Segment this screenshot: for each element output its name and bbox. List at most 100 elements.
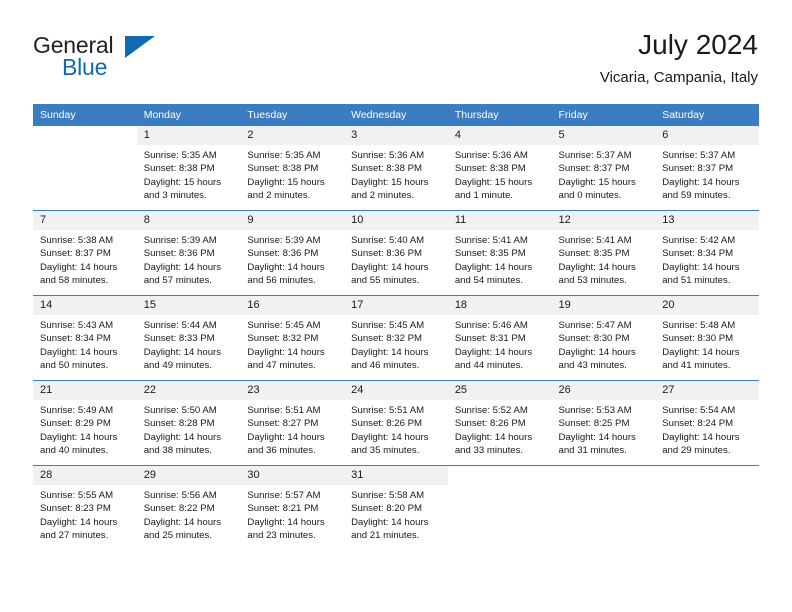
daylight-duration-line1: Daylight: 14 hours xyxy=(558,261,636,273)
sunrise-time: Sunrise: 5:43 AM xyxy=(40,320,114,331)
daylight-duration-line2: and 59 minutes. xyxy=(662,190,731,202)
sunset-time: Sunset: 8:25 PM xyxy=(558,418,630,430)
calendar-week-row: 7 Sunrise: 5:38 AM Sunset: 8:37 PM Daylight… xyxy=(33,210,759,296)
calendar-day-cell[interactable]: 12 Sunrise: 5:41 AM Sunset: 8:35 PM Dayligh… xyxy=(551,210,656,296)
calendar-day-cell[interactable]: 31 Sunrise: 5:58 AM Sunset: 8:20 PM Dayligh… xyxy=(344,465,448,550)
day-details: Sunrise: 5:48 AM Sunset: 8:30 PM Daylight:… xyxy=(655,315,759,373)
sunrise-time: Sunrise: 5:38 AM xyxy=(40,235,114,246)
day-number: 10 xyxy=(344,211,448,230)
daylight-duration-line2: and 58 minutes. xyxy=(40,275,109,287)
daylight-duration-line1: Daylight: 14 hours xyxy=(662,261,740,273)
day-details: Sunrise: 5:35 AM Sunset: 8:38 PM Daylight:… xyxy=(240,145,344,203)
day-number: 27 xyxy=(655,381,759,400)
daylight-duration-line1: Daylight: 14 hours xyxy=(40,261,118,273)
daylight-duration-line1: Daylight: 14 hours xyxy=(247,261,325,273)
calendar-day-cell[interactable]: 29 Sunrise: 5:56 AM Sunset: 8:22 PM Dayligh… xyxy=(136,465,241,550)
day-number: 25 xyxy=(447,381,552,400)
daylight-duration-line1: Daylight: 14 hours xyxy=(454,261,533,273)
day-cell-inner: 30 Sunrise: 5:57 AM Sunset: 8:21 PM Dayligh… xyxy=(240,466,345,550)
day-number: 6 xyxy=(655,126,759,145)
daylight-duration-line2: and 56 minutes. xyxy=(247,275,316,287)
calendar-day-cell[interactable]: 7 Sunrise: 5:38 AM Sunset: 8:37 PM Daylight… xyxy=(33,210,137,296)
calendar-day-cell[interactable]: 18 Sunrise: 5:46 AM Sunset: 8:31 PM Dayligh… xyxy=(447,295,552,381)
daylight-duration-line2: and 44 minutes. xyxy=(454,360,524,372)
calendar-day-cell[interactable]: 15 Sunrise: 5:44 AM Sunset: 8:33 PM Dayligh… xyxy=(136,295,241,381)
calendar-day-cell[interactable]: 10 Sunrise: 5:40 AM Sunset: 8:36 PM Dayligh… xyxy=(344,210,448,296)
title-block: July 2024 Vicaria, Campania, Italy xyxy=(600,28,758,87)
calendar-day-cell[interactable]: 22 Sunrise: 5:50 AM Sunset: 8:28 PM Dayligh… xyxy=(136,380,241,466)
calendar-day-cell[interactable]: 26 Sunrise: 5:53 AM Sunset: 8:25 PM Dayligh… xyxy=(551,380,656,466)
sunrise-time: Sunrise: 5:51 AM xyxy=(351,405,425,416)
calendar-day-cell[interactable]: 21 Sunrise: 5:49 AM Sunset: 8:29 PM Dayligh… xyxy=(33,380,137,466)
sunrise-time: Sunrise: 5:47 AM xyxy=(558,320,632,331)
daylight-duration-line2: and 49 minutes. xyxy=(143,360,212,372)
calendar-day-cell[interactable]: 23 Sunrise: 5:51 AM Sunset: 8:27 PM Dayligh… xyxy=(240,380,345,466)
day-details: Sunrise: 5:36 AM Sunset: 8:38 PM Daylight:… xyxy=(344,145,448,203)
calendar-day-cell[interactable]: 16 Sunrise: 5:45 AM Sunset: 8:32 PM Dayligh… xyxy=(240,295,345,381)
calendar-day-cell[interactable]: 25 Sunrise: 5:52 AM Sunset: 8:26 PM Dayligh… xyxy=(447,380,552,466)
day-details: Sunrise: 5:55 AM Sunset: 8:23 PM Daylight:… xyxy=(33,485,137,543)
daylight-duration-line2: and 53 minutes. xyxy=(558,275,627,287)
sunset-time: Sunset: 8:34 PM xyxy=(662,248,734,260)
calendar-empty-cell xyxy=(551,465,656,550)
calendar-day-cell[interactable]: 14 Sunrise: 5:43 AM Sunset: 8:34 PM Dayligh… xyxy=(33,295,137,381)
day-number: 7 xyxy=(33,211,137,230)
sunset-time: Sunset: 8:36 PM xyxy=(247,248,319,260)
day-number xyxy=(655,466,759,485)
day-number: 21 xyxy=(33,381,137,400)
general-blue-logo[interactable]: General Blue xyxy=(33,32,155,84)
calendar-day-cell[interactable]: 5 Sunrise: 5:37 AM Sunset: 8:37 PM Daylight… xyxy=(551,126,656,211)
calendar-day-cell[interactable]: 2 Sunrise: 5:35 AM Sunset: 8:38 PM Daylight… xyxy=(240,126,345,211)
calendar-day-cell[interactable]: 24 Sunrise: 5:51 AM Sunset: 8:26 PM Dayligh… xyxy=(344,380,448,466)
calendar-week-row: 28 Sunrise: 5:55 AM Sunset: 8:23 PM Dayligh… xyxy=(33,465,759,550)
day-number: 26 xyxy=(551,381,656,400)
daylight-duration-line2: and 25 minutes. xyxy=(143,530,212,542)
calendar-day-cell[interactable]: 13 Sunrise: 5:42 AM Sunset: 8:34 PM Dayligh… xyxy=(655,210,759,296)
day-number: 31 xyxy=(344,466,448,485)
calendar-day-cell[interactable]: 4 Sunrise: 5:36 AM Sunset: 8:38 PM Daylight… xyxy=(447,126,552,211)
day-details: Sunrise: 5:51 AM Sunset: 8:27 PM Daylight:… xyxy=(240,400,344,458)
daylight-duration-line1: Daylight: 14 hours xyxy=(143,431,222,443)
calendar-day-cell[interactable]: 9 Sunrise: 5:39 AM Sunset: 8:36 PM Daylight… xyxy=(240,210,345,296)
calendar-week-row: 1 Sunrise: 5:35 AM Sunset: 8:38 PM Daylight… xyxy=(33,126,759,211)
day-cell-inner xyxy=(33,126,137,210)
daylight-duration-line2: and 33 minutes. xyxy=(454,445,524,457)
day-number: 18 xyxy=(447,296,552,315)
daylight-duration-line1: Daylight: 14 hours xyxy=(351,431,429,443)
sunset-time: Sunset: 8:32 PM xyxy=(351,333,423,345)
daylight-duration-line1: Daylight: 14 hours xyxy=(558,346,636,358)
calendar-day-cell[interactable]: 3 Sunrise: 5:36 AM Sunset: 8:38 PM Daylight… xyxy=(344,126,448,211)
day-cell-inner: 2 Sunrise: 5:35 AM Sunset: 8:38 PM Daylight… xyxy=(240,126,345,210)
sunset-time: Sunset: 8:30 PM xyxy=(558,333,630,345)
daylight-duration-line2: and 47 minutes. xyxy=(247,360,316,372)
day-number: 16 xyxy=(240,296,345,315)
day-details: Sunrise: 5:36 AM Sunset: 8:38 PM Daylight:… xyxy=(448,145,552,203)
daylight-duration-line2: and 35 minutes. xyxy=(351,445,420,457)
day-cell-inner: 16 Sunrise: 5:45 AM Sunset: 8:32 PM Dayligh… xyxy=(240,296,345,380)
day-details xyxy=(655,485,759,489)
calendar-day-cell[interactable]: 27 Sunrise: 5:54 AM Sunset: 8:24 PM Dayligh… xyxy=(655,380,759,466)
daylight-duration-line1: Daylight: 15 hours xyxy=(454,176,533,188)
sunrise-time: Sunrise: 5:39 AM xyxy=(247,235,321,246)
day-number: 4 xyxy=(447,126,552,145)
calendar-week-row: 14 Sunrise: 5:43 AM Sunset: 8:34 PM Dayligh… xyxy=(33,295,759,381)
calendar-day-cell[interactable]: 1 Sunrise: 5:35 AM Sunset: 8:38 PM Daylight… xyxy=(136,126,241,211)
day-cell-inner: 8 Sunrise: 5:39 AM Sunset: 8:36 PM Daylight… xyxy=(136,211,241,295)
day-number: 29 xyxy=(136,466,241,485)
calendar-day-cell[interactable]: 20 Sunrise: 5:48 AM Sunset: 8:30 PM Dayligh… xyxy=(655,295,759,381)
calendar-day-cell[interactable]: 6 Sunrise: 5:37 AM Sunset: 8:37 PM Daylight… xyxy=(655,126,759,211)
calendar-day-cell[interactable]: 17 Sunrise: 5:45 AM Sunset: 8:32 PM Dayligh… xyxy=(344,295,448,381)
day-cell-inner: 3 Sunrise: 5:36 AM Sunset: 8:38 PM Daylight… xyxy=(344,126,448,210)
calendar-day-cell[interactable]: 8 Sunrise: 5:39 AM Sunset: 8:36 PM Daylight… xyxy=(136,210,241,296)
day-details: Sunrise: 5:57 AM Sunset: 8:21 PM Daylight:… xyxy=(240,485,344,543)
sunset-time: Sunset: 8:22 PM xyxy=(143,503,215,515)
daylight-duration-line1: Daylight: 14 hours xyxy=(351,346,429,358)
calendar-table: Sunday Monday Tuesday Wednesday Thursday… xyxy=(33,104,759,550)
calendar-day-cell[interactable]: 11 Sunrise: 5:41 AM Sunset: 8:35 PM Dayligh… xyxy=(447,210,552,296)
day-cell-inner: 25 Sunrise: 5:52 AM Sunset: 8:26 PM Dayligh… xyxy=(447,381,552,465)
calendar-day-cell[interactable]: 28 Sunrise: 5:55 AM Sunset: 8:23 PM Dayligh… xyxy=(33,465,137,550)
calendar-day-cell[interactable]: 30 Sunrise: 5:57 AM Sunset: 8:21 PM Dayligh… xyxy=(240,465,345,550)
day-number: 28 xyxy=(33,466,137,485)
sunset-time: Sunset: 8:23 PM xyxy=(40,503,111,515)
calendar-day-cell[interactable]: 19 Sunrise: 5:47 AM Sunset: 8:30 PM Dayligh… xyxy=(551,295,656,381)
